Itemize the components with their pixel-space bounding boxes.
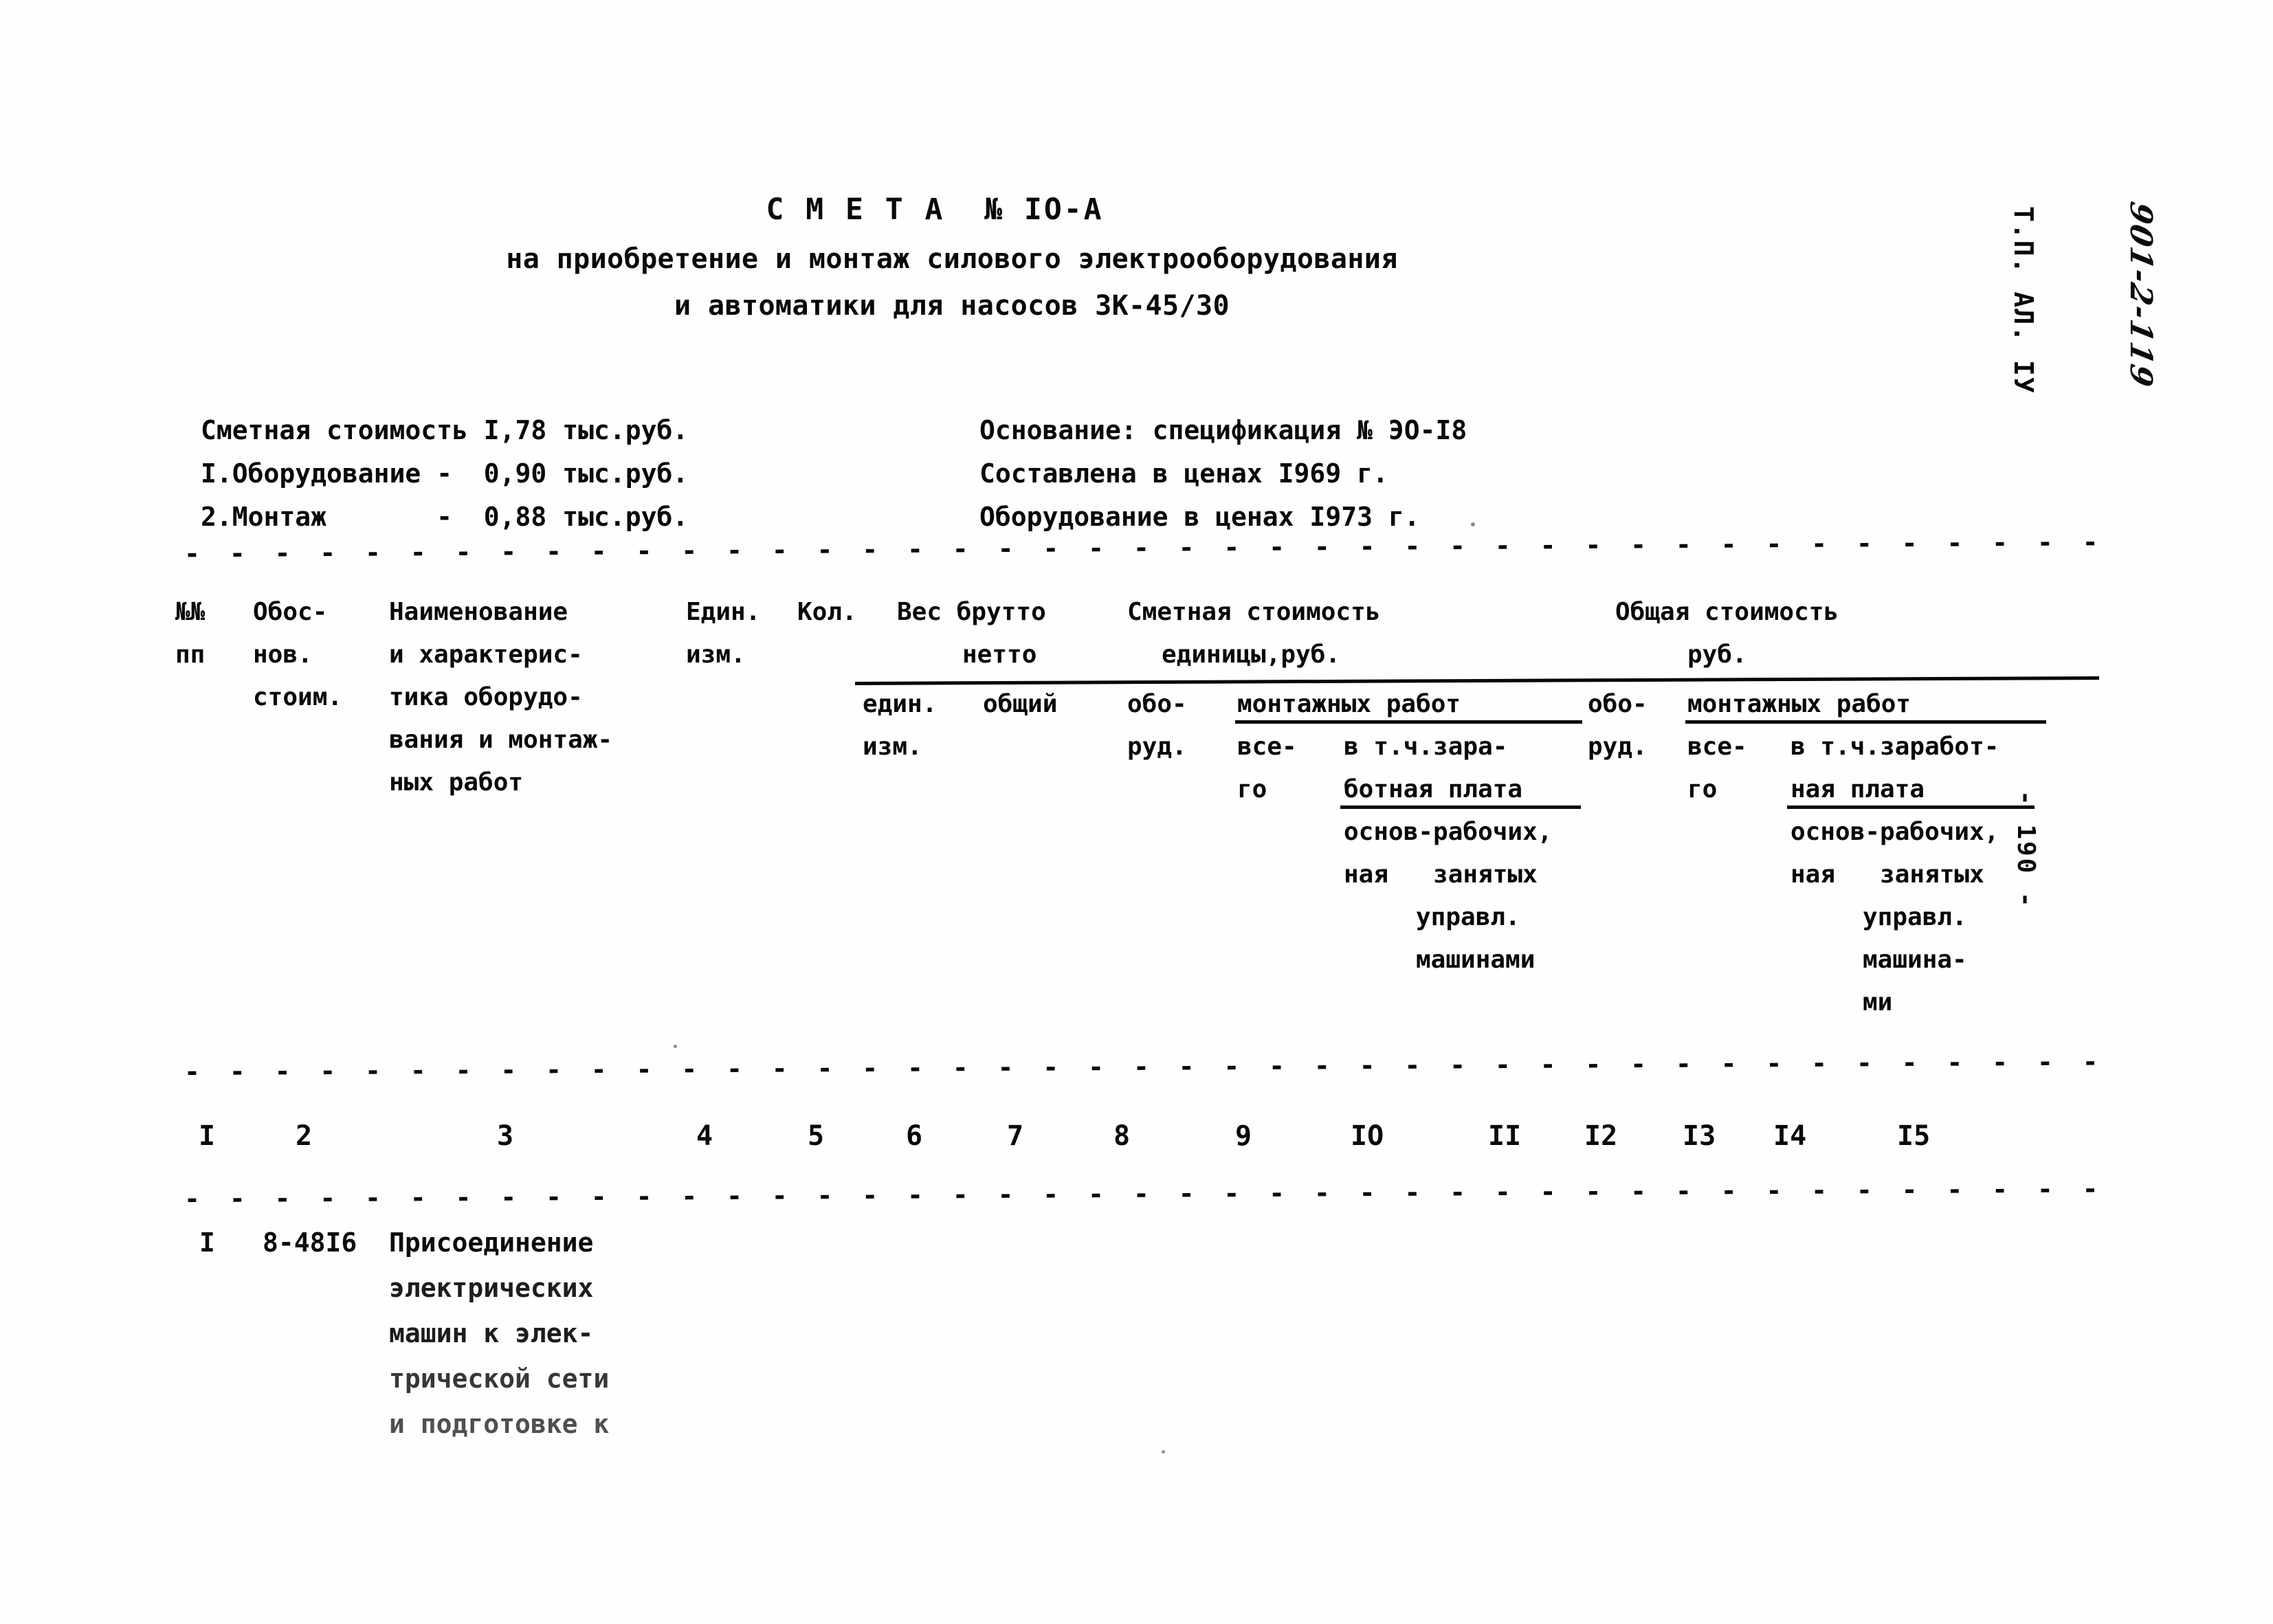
header-col2-line3: стоим. (253, 683, 343, 711)
summary-total-cost: Сметная стоимость I,78 тыс.руб. (201, 415, 689, 445)
colnum-1: I (199, 1120, 216, 1152)
summary-equipment-cost: I.Оборудование - 0,90 тыс.руб. (201, 458, 689, 489)
header-total-cost-group-line1: Общая стоимость (1615, 598, 1839, 626)
header-unit-cost-group-line1: Сметная стоимость (1127, 598, 1381, 626)
colnum-11: II (1488, 1120, 1522, 1152)
row-description-line-1: Присоединение (389, 1227, 594, 1258)
header-col4-line2: изм. (686, 641, 746, 669)
colnum-6: 6 (906, 1120, 923, 1152)
rule-unit-install-works (1235, 720, 1582, 724)
summary-installation-cost: 2.Монтаж - 0,88 тыс.руб. (201, 502, 689, 532)
header-total-wage-line6: машина- (1863, 946, 1967, 974)
header-col4-line1: Един. (686, 598, 761, 626)
table-header: №№ пп Обос- нов. стоим. Наименование и х… (0, 591, 2273, 1045)
rule-netto-and-unitcost (854, 676, 2100, 685)
row-description-line-4: трической сети (389, 1364, 610, 1394)
margin-stamp-typed: Т.П. АЛ. IУ (2008, 206, 2039, 394)
header-unit-wage-line1: в т.ч.зара- (1344, 733, 1508, 761)
scan-speck (1162, 1450, 1165, 1454)
header-total-install-total-2: го (1687, 775, 1718, 803)
document-page: С М Е Т А № IО-А на приобретение и монта… (0, 0, 2273, 1624)
rule-total-wage (1787, 805, 2034, 809)
scan-speck (1471, 522, 1475, 526)
table-column-numbers: I 2 3 4 5 6 7 8 9 IO II I2 I3 I4 I5 (0, 1120, 2273, 1168)
title-block: С М Е Т А № IО-А на приобретение и монта… (0, 192, 1993, 322)
header-unit-equipment-1: обо- (1127, 690, 1187, 718)
header-unit-wage-line2: ботная плата (1344, 775, 1523, 803)
header-col5-line1: Кол. (797, 598, 857, 626)
header-unit-install-total-2: го (1237, 775, 1267, 803)
header-unit-wage-line6: машинами (1416, 946, 1535, 974)
header-col3-line5: ных работ (389, 768, 524, 797)
subtitle-line-1: на приобретение и монтаж силового электр… (506, 243, 1398, 275)
summary-specification: Основание: спецификация № ЭО-I8 (979, 415, 1467, 445)
header-weight-unit-izm: изм. (863, 733, 922, 761)
header-col3-line4: вания и монтаж- (389, 726, 613, 754)
header-weight-total: общий (983, 690, 1058, 718)
rule-unit-wage (1340, 805, 1581, 809)
header-col1-line2: пп (175, 641, 206, 669)
header-total-wage-line2: ная плата (1790, 775, 1925, 803)
header-col1-line1: №№ (175, 598, 206, 626)
page-number: - 190 - (2012, 790, 2040, 909)
header-weight-unit: един. (863, 690, 938, 718)
header-col3-line3: тика оборудо- (389, 683, 583, 711)
header-total-install-total-1: все- (1687, 733, 1747, 761)
header-total-equipment-1: обо- (1588, 690, 1648, 718)
header-unit-wage-line3: основ-рабочих, (1344, 818, 1553, 846)
header-total-equipment-2: руд. (1588, 733, 1648, 761)
rule-total-install-works (1685, 720, 2046, 724)
colnum-5: 5 (808, 1120, 825, 1152)
table-colnum-border: - - - - - - - - - - - - - - - - - - - - … (184, 1173, 2123, 1214)
colnum-2: 2 (296, 1120, 313, 1152)
header-col2-line1: Обос- (253, 598, 328, 626)
page-title: С М Е Т А № IО-А (766, 192, 1104, 227)
header-unit-wage-line4: ная занятых (1344, 860, 1538, 889)
summary-basis-block: Основание: спецификация № ЭО-I8 Составле… (979, 409, 1467, 539)
header-total-cost-group-line2: руб. (1687, 641, 1747, 669)
summary-costs-block: Сметная стоимость I,78 тыс.руб. I.Оборуд… (201, 409, 688, 539)
header-total-install-group: монтажных работ (1687, 690, 1911, 718)
colnum-12: I2 (1584, 1120, 1618, 1152)
header-unit-install-group: монтажных работ (1237, 690, 1461, 718)
colnum-7: 7 (1007, 1120, 1024, 1152)
row-description-line-3: машин к элек- (389, 1318, 594, 1348)
subtitle-line-2: и автоматики для насосов 3К-45/30 (674, 290, 1230, 322)
header-total-wage-line7: ми (1863, 988, 1893, 1016)
scan-speck (674, 1045, 677, 1048)
header-col3-line1: Наименование (389, 598, 568, 626)
colnum-8: 8 (1113, 1120, 1131, 1152)
header-weight-group-gross: Вес брутто (897, 598, 1046, 626)
margin-stamp-handwritten: 901-2-119 (2123, 199, 2158, 391)
summary-prices-year: Составлена в ценах I969 г. (979, 458, 1388, 489)
table-header-border: - - - - - - - - - - - - - - - - - - - - … (184, 1046, 2123, 1087)
colnum-9: 9 (1235, 1120, 1252, 1152)
colnum-15: I5 (1897, 1120, 1931, 1152)
colnum-4: 4 (696, 1120, 713, 1152)
header-total-wage-line1: в т.ч.заработ- (1790, 733, 1999, 761)
header-total-wage-line4: ная занятых (1790, 860, 1984, 889)
header-unit-equipment-2: руд. (1127, 733, 1187, 761)
colnum-13: I3 (1683, 1120, 1716, 1152)
colnum-3: 3 (497, 1120, 514, 1152)
header-weight-group-net: нетто (962, 641, 1037, 669)
header-col3-line2: и характерис- (389, 641, 583, 669)
row-basis-code: 8-48I6 (263, 1227, 357, 1258)
row-description-line-2: электрических (389, 1273, 594, 1303)
row-description-line-5: и подготовке к (389, 1409, 610, 1439)
header-total-wage-line5: управл. (1863, 903, 1967, 931)
row-number: I (199, 1227, 215, 1258)
header-unit-cost-group-line2: единицы,руб. (1162, 641, 1341, 669)
colnum-10: IO (1351, 1120, 1384, 1152)
header-unit-wage-line5: управл. (1416, 903, 1520, 931)
header-unit-install-total-1: все- (1237, 733, 1297, 761)
colnum-14: I4 (1773, 1120, 1807, 1152)
header-col2-line2: нов. (253, 641, 313, 669)
header-total-wage-line3: основ-рабочих, (1790, 818, 1999, 846)
